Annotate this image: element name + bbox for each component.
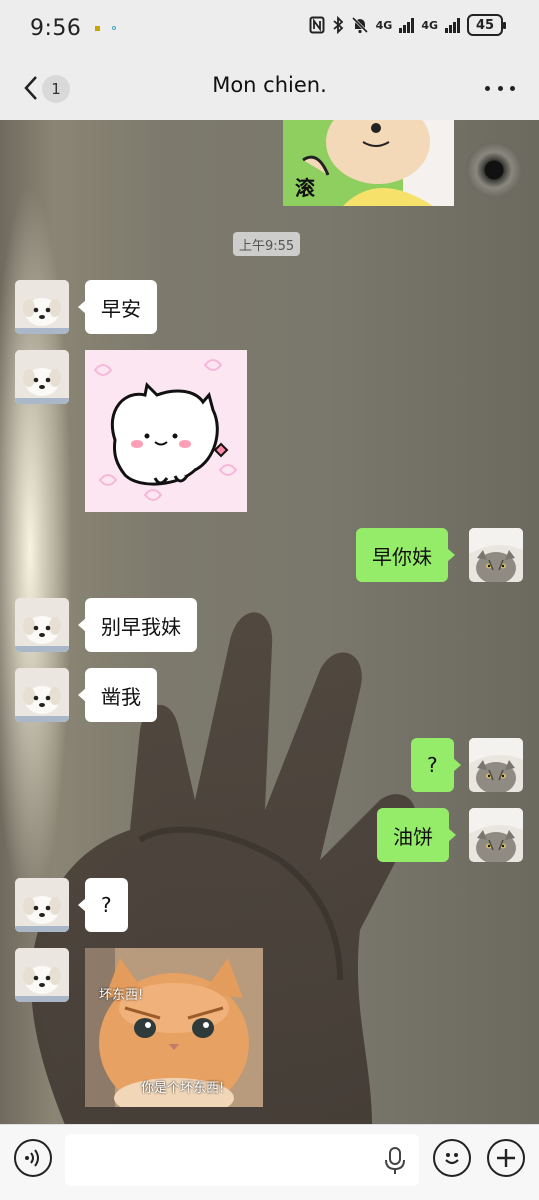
cat-avatar-image (469, 738, 523, 792)
outgoing-message-bubble[interactable]: ? (411, 738, 461, 792)
message-text: 别早我妹 (101, 614, 181, 639)
nfc-icon (309, 16, 325, 34)
white-cat-sticker[interactable] (85, 350, 247, 512)
voice-wave-icon (25, 1149, 39, 1167)
dot-icon (485, 85, 490, 91)
cat-avatar-image (469, 808, 523, 862)
chat-title: Mon chien. (212, 73, 327, 97)
microphone-icon[interactable] (383, 1147, 407, 1175)
message-timestamp: 上午9:55 (233, 232, 301, 256)
dog-avatar-image (15, 280, 69, 334)
message-text: 早安 (101, 296, 141, 321)
contact-avatar[interactable] (15, 878, 69, 932)
sticker-roll-message[interactable]: 滚 (283, 120, 454, 206)
contact-avatar[interactable] (15, 350, 69, 404)
dog-avatar-image (15, 668, 69, 722)
message-text: 油饼 (393, 824, 433, 849)
message-text: 早你妹 (372, 544, 432, 569)
peephole-decoration (466, 142, 522, 198)
signal-2-label: 4G (421, 18, 438, 32)
angry-kitten-sticker[interactable]: 坏东西! 你是个坏东西! (85, 948, 263, 1107)
status-bar: 9:56 4G 4G 45 (0, 0, 539, 56)
plus-icon (497, 1149, 515, 1167)
signal-1-icon (399, 17, 415, 33)
signal-1-label: 4G (375, 18, 393, 32)
notification-dot-icon (112, 26, 117, 30)
mute-bell-icon (351, 16, 368, 34)
outgoing-message-bubble[interactable]: 早你妹 (356, 528, 455, 582)
smiley-icon (445, 1153, 459, 1165)
message-text: 凿我 (101, 684, 141, 709)
message-text: ? (427, 753, 438, 777)
kitten-sticker-caption-top: 坏东西! (99, 988, 144, 1003)
message-text-input[interactable] (65, 1134, 419, 1186)
dog-avatar-image (15, 598, 69, 652)
dog-avatar-image (15, 350, 69, 404)
message-text: ? (101, 893, 112, 917)
more-features-button[interactable] (487, 1139, 525, 1177)
contact-avatar[interactable] (15, 280, 69, 334)
incoming-message-bubble[interactable]: 别早我妹 (78, 598, 197, 652)
incoming-message-bubble[interactable]: 早安 (78, 280, 157, 334)
contact-avatar[interactable] (15, 668, 69, 722)
contact-avatar[interactable] (15, 598, 69, 652)
dog-avatar-image (15, 878, 69, 932)
message-input-bar (0, 1124, 539, 1200)
notification-icons (95, 25, 117, 31)
kitten-sticker-caption-bottom: 你是个坏东西! (141, 1081, 225, 1096)
sticker-roll-text: 滚 (295, 176, 315, 200)
white-cat-sticker-image (85, 350, 247, 512)
dot-icon (510, 85, 515, 91)
chat-header: 1 Mon chien. (0, 56, 539, 120)
contact-avatar[interactable] (15, 948, 69, 1002)
emoji-button[interactable] (433, 1139, 471, 1177)
my-avatar[interactable] (469, 808, 523, 862)
my-avatar[interactable] (469, 528, 523, 582)
outgoing-message-bubble[interactable]: 油饼 (377, 808, 456, 862)
dot-icon (497, 85, 503, 91)
my-avatar[interactable] (469, 738, 523, 792)
signal-2-icon (445, 17, 460, 33)
bluetooth-icon (333, 16, 343, 34)
status-time: 9:56 (30, 15, 82, 41)
voice-mode-button[interactable] (14, 1139, 52, 1177)
more-options-button[interactable] (485, 74, 515, 102)
cat-avatar-image (469, 528, 523, 582)
notification-app-icon (95, 25, 101, 31)
battery-indicator: 45 (467, 14, 506, 36)
dog-avatar-image (15, 948, 69, 1002)
incoming-message-bubble[interactable]: ? (78, 878, 128, 932)
chat-area[interactable]: 滚 上午9:55 早安 早你妹 别早我妹 凿我 ? 油饼 ? 坏东西! 你是个坏… (0, 120, 539, 1124)
incoming-message-bubble[interactable]: 凿我 (78, 668, 157, 722)
status-icons: 4G 4G 45 (309, 14, 506, 36)
